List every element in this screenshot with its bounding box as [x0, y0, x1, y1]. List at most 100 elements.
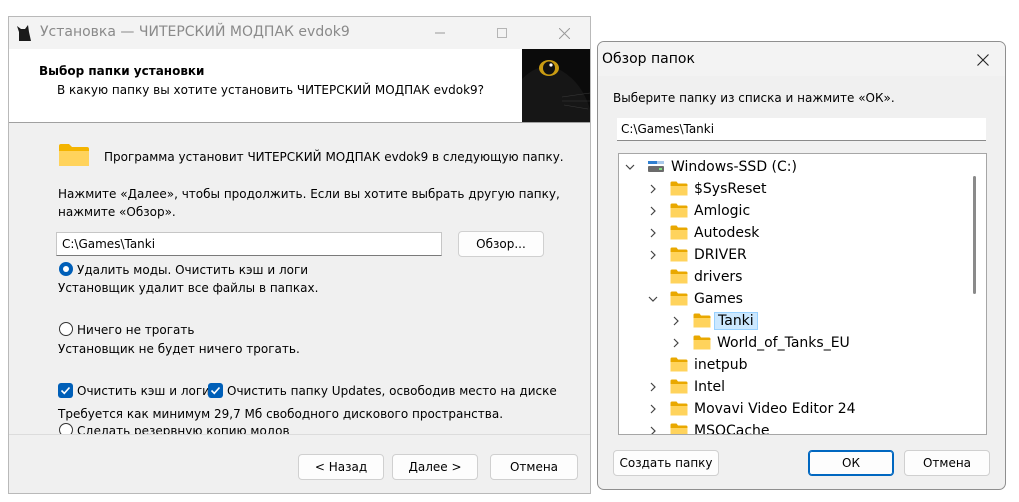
dialog-close-button[interactable] — [961, 42, 1005, 76]
tree-item-label: DRIVER — [694, 247, 747, 263]
tree-item-label: World_of_Tanks_EU — [717, 335, 850, 351]
dialog-titlebar[interactable]: Обзор папок — [598, 42, 1005, 76]
chevron-down-icon[interactable] — [625, 161, 635, 171]
do-nothing-description: Установщик не будет ничего трогать. — [58, 342, 300, 356]
tree-item[interactable]: Intel — [619, 376, 986, 398]
folder-icon — [670, 423, 688, 434]
tree-item[interactable]: DRIVER — [619, 244, 986, 266]
chevron-right-icon[interactable] — [671, 315, 681, 326]
installer-titlebar[interactable]: Установка — ЧИТЕРСКИЙ МОДПАК evdok9 — [9, 17, 590, 49]
tree-item-label: Amlogic — [694, 203, 751, 219]
instruction-line-1: Нажмите «Далее», чтобы продолжить. Если … — [58, 187, 560, 201]
dialog-cancel-button[interactable]: Отмена — [904, 450, 990, 476]
tree-item[interactable]: Autodesk — [619, 222, 986, 244]
tree-item-label: Autodesk — [694, 225, 760, 241]
delete-mods-description: Установщик удалит все файлы в папках. — [58, 281, 319, 295]
tree-item-label: Tanki — [714, 312, 758, 330]
folder-tree[interactable]: Windows-SSD (C:) $SysReset Amlogic Autodesk… — [618, 153, 987, 435]
clear-cache-checkbox[interactable] — [58, 383, 73, 398]
tree-item-label: $SysReset — [694, 181, 767, 197]
chevron-right-icon[interactable] — [648, 183, 658, 194]
chevron-right-icon[interactable] — [648, 425, 658, 434]
tree-item-label: drivers — [694, 269, 743, 285]
tree-item-label: inetpub — [694, 357, 748, 373]
folder-icon — [59, 144, 89, 166]
folder-icon — [670, 379, 688, 394]
folder-icon — [670, 401, 688, 416]
delete-mods-label[interactable]: Удалить моды. Очистить кэш и логи — [77, 263, 308, 277]
tree-item[interactable]: MSOCache — [619, 420, 986, 435]
tree-item[interactable]: Games — [619, 288, 986, 310]
browse-button[interactable]: Обзор... — [458, 231, 544, 257]
minimize-button[interactable] — [417, 17, 463, 49]
install-destination-text: Программа установит ЧИТЕРСКИЙ МОДПАК evd… — [104, 150, 564, 164]
tree-item[interactable]: Tanki — [619, 310, 986, 332]
checkmark-icon — [210, 386, 221, 395]
dialog-instruction: Выберите папку из списка и нажмите «ОК». — [613, 91, 895, 105]
backup-mods-label[interactable]: Сделать резервную копию модов — [77, 424, 290, 434]
footer-divider — [9, 434, 590, 435]
installer-window: Установка — ЧИТЕРСКИЙ МОДПАК evdok9 Выбо… — [8, 16, 591, 494]
folder-icon — [670, 203, 688, 218]
minimize-icon — [435, 32, 445, 34]
folder-icon — [670, 247, 688, 262]
chevron-right-icon[interactable] — [648, 227, 658, 238]
tree-item[interactable]: Windows-SSD (C:) — [619, 156, 986, 178]
chevron-right-icon[interactable] — [648, 403, 658, 414]
chevron-right-icon[interactable] — [648, 249, 658, 260]
chevron-right-icon[interactable] — [648, 205, 658, 216]
folder-icon — [670, 269, 688, 284]
dialog-path-field[interactable]: C:\Games\Tanki — [617, 118, 986, 141]
page-title: Выбор папки установки — [39, 64, 205, 78]
clear-updates-label[interactable]: Очистить папку Updates, освободив место … — [227, 384, 557, 398]
tree-item-label: Windows-SSD (C:) — [671, 159, 797, 175]
chevron-down-icon[interactable] — [648, 293, 658, 303]
maximize-button[interactable] — [479, 17, 525, 49]
black-cat-image — [522, 49, 590, 122]
folder-icon — [693, 335, 711, 350]
close-icon — [977, 53, 989, 66]
tree-item[interactable]: inetpub — [619, 354, 986, 376]
folder-icon — [670, 357, 688, 372]
tree-item[interactable]: $SysReset — [619, 178, 986, 200]
tree-item[interactable]: World_of_Tanks_EU — [619, 332, 986, 354]
folder-icon — [670, 291, 688, 306]
browse-folder-dialog: Обзор папок Выберите папку из списка и н… — [597, 41, 1006, 490]
do-nothing-label[interactable]: Ничего не трогать — [77, 323, 194, 337]
clear-updates-checkbox[interactable] — [208, 383, 223, 398]
backup-option-clipped: Сделать резервную копию модов — [9, 421, 590, 434]
chevron-right-icon[interactable] — [648, 381, 658, 392]
back-button[interactable]: < Назад — [298, 454, 384, 480]
installer-title: Установка — ЧИТЕРСКИЙ МОДПАК evdok9 — [40, 24, 350, 40]
installer-header: Выбор папки установки В какую папку вы х… — [9, 49, 590, 123]
install-path-input[interactable]: C:\Games\Tanki — [56, 232, 442, 256]
tree-item[interactable]: Movavi Video Editor 24 — [619, 398, 986, 420]
create-folder-button[interactable]: Создать папку — [613, 450, 719, 476]
delete-mods-radio[interactable] — [59, 262, 73, 276]
maximize-icon — [497, 28, 507, 38]
clear-cache-label[interactable]: Очистить кэш и логи — [77, 384, 210, 398]
close-icon — [558, 27, 570, 39]
tree-item-label: MSOCache — [694, 423, 770, 435]
cat-app-icon — [17, 25, 31, 41]
drive-icon — [647, 159, 665, 174]
next-button[interactable]: Далее > — [392, 454, 478, 480]
dialog-title: Обзор папок — [602, 51, 695, 67]
do-nothing-radio[interactable] — [59, 322, 73, 336]
tree-item[interactable]: drivers — [619, 266, 986, 288]
tree-item-label: Movavi Video Editor 24 — [694, 401, 856, 417]
installer-cancel-button[interactable]: Отмена — [490, 454, 578, 480]
checkmark-icon — [60, 386, 71, 395]
folder-icon — [670, 181, 688, 196]
instruction-line-2: нажмите «Обзор». — [58, 205, 176, 219]
tree-item[interactable]: Amlogic — [619, 200, 986, 222]
folder-icon — [670, 225, 688, 240]
close-button[interactable] — [541, 17, 587, 49]
chevron-right-icon[interactable] — [671, 337, 681, 348]
cat-eye-icon — [522, 49, 590, 122]
backup-mods-radio[interactable] — [59, 423, 73, 434]
disk-space-requirement: Требуется как минимум 29,7 Мб свободного… — [58, 407, 504, 421]
tree-item-label: Games — [694, 291, 743, 307]
ok-button[interactable]: ОК — [808, 450, 894, 476]
page-subtitle: В какую папку вы хотите установить ЧИТЕР… — [57, 83, 485, 97]
